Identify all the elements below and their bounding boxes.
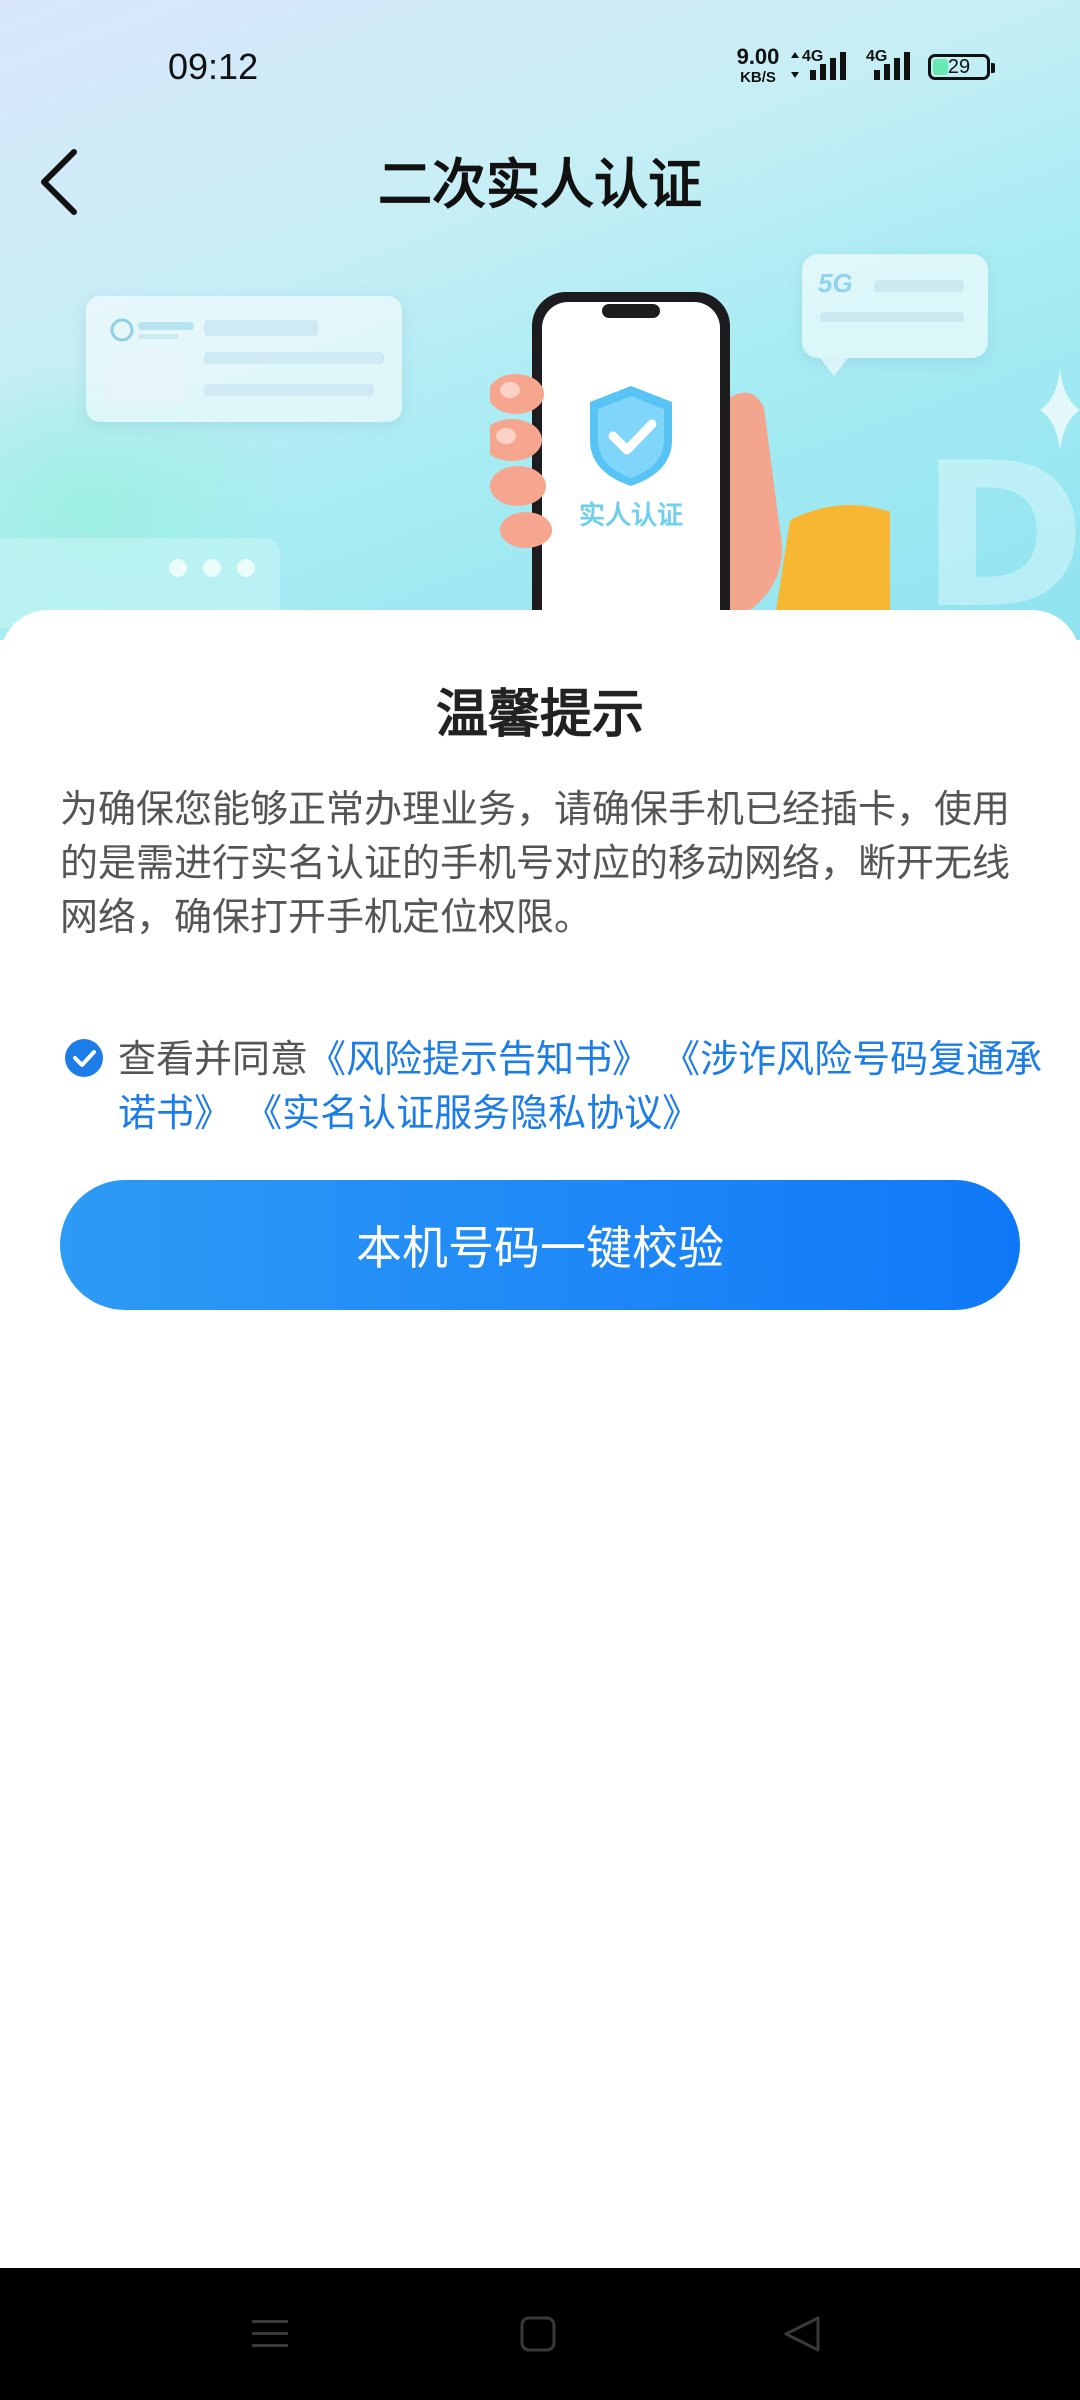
chevron-left-icon [41, 149, 77, 215]
sim1-network-type: 4G [802, 48, 824, 65]
notice-body: 为确保您能够正常办理业务，请确保手机已经插卡，使用的是需进行实名认证的手机号对应… [60, 787, 1011, 939]
data-arrows-icon [791, 52, 799, 78]
privacy-agreement-link[interactable]: 《实名认证服务隐私协议》 [244, 1091, 700, 1135]
agreement-checkbox[interactable] [64, 1038, 104, 1078]
notice-title: 温馨提示 [435, 685, 644, 745]
agreement-text: 查看并同意《风险提示告知书》 《涉诈风险号码复通承诺书》 《实名认证服务隐私协议… [118, 1032, 1078, 1140]
network-speed: 9.00 KB/S [730, 44, 786, 86]
home-square-icon[interactable] [518, 2314, 558, 2354]
phone-illustration: 实人认证 [490, 292, 890, 640]
agreement-prefix: 查看并同意 [118, 1037, 309, 1081]
back-triangle-icon[interactable] [782, 2314, 822, 2354]
back-button[interactable] [30, 146, 90, 216]
signal-sim1: 4G [802, 48, 852, 88]
system-nav-bar [0, 2268, 1080, 2400]
signal-sim2: 4G [866, 48, 916, 88]
one-click-verify-button[interactable]: 本机号码一键校验 [60, 1180, 1020, 1310]
decorative-letter: D [920, 420, 1080, 640]
decorative-info-card [86, 296, 402, 422]
risk-notice-link[interactable]: 《风险提示告知书》 [308, 1037, 650, 1081]
decorative-card-lines [106, 318, 384, 404]
network-speed-value: 9.00 [736, 44, 780, 69]
battery-icon: 29 [928, 54, 995, 80]
phone-badge-text: 实人认证 [579, 500, 683, 531]
status-time: 09:12 [168, 46, 259, 87]
sim2-network-type: 4G [866, 48, 888, 65]
hero-banner: 5G D 实人认证 [0, 0, 1080, 640]
network-speed-unit: KB/S [740, 69, 776, 86]
battery-level: 29 [947, 56, 971, 78]
sparkle-icon [1040, 370, 1080, 450]
menu-icon[interactable] [250, 2314, 290, 2354]
